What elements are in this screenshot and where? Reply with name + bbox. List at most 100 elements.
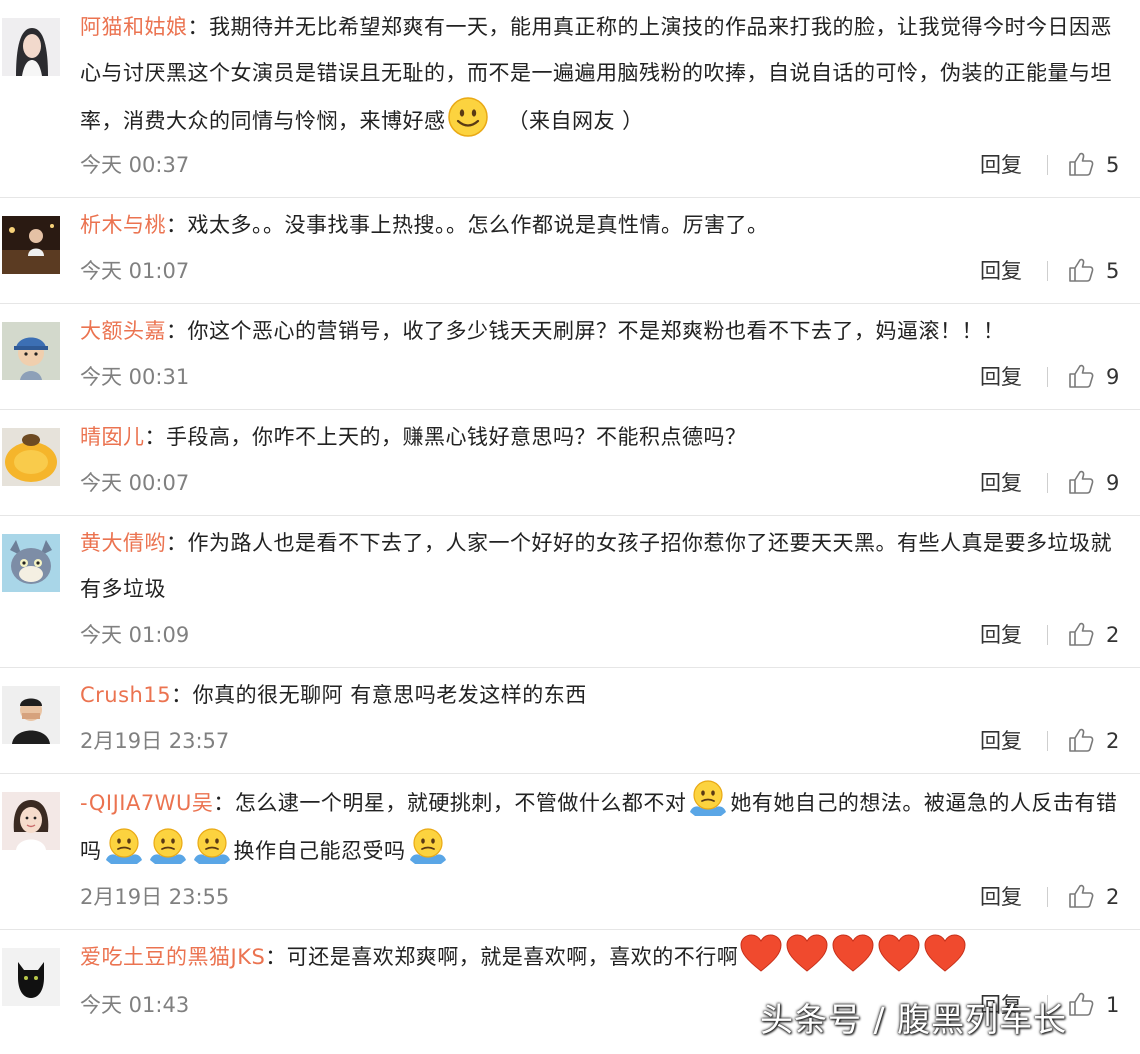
comment-body: -QIJIA7WU吴：怎么逮一个明星，就硬挑刺，不管做什么都不对 她有她自己的想法… [80,778,1120,874]
username-link[interactable]: 大额头嘉 [80,319,166,343]
comment-text: 可还是喜欢郑爽啊，就是喜欢啊，喜欢的不行啊 [286,945,739,969]
reply-button[interactable]: 回复 [980,726,1022,756]
comment-meta: 2月19日 23:55 回复 2 [80,882,1140,912]
separator: ： [265,945,287,969]
divider [1047,887,1048,907]
shrug-emoji-icon [687,778,729,820]
shrug-emoji-icon [191,826,233,868]
separator: ： [166,531,188,555]
comment-meta: 今天 01:09 回复 2 [80,620,1140,650]
like-count: 2 [1106,729,1120,753]
comment-list: 阿猫和姑娘：我期待并无比希望郑爽有一天，能用真正称的上演技的作品来打我的脸，让我… [0,0,1140,1054]
like-count: 2 [1106,623,1120,647]
comment-body: 爱吃土豆的黑猫JKS：可还是喜欢郑爽啊，就是喜欢啊，喜欢的不行啊 [80,934,1120,980]
username-link[interactable]: 黄大倩哟 [80,531,166,555]
divider [1047,731,1048,751]
comment-body: 晴囡儿：手段高，你咋不上天的，赚黑心钱好意思吗？不能积点德吗？ [80,414,1120,460]
username-link[interactable]: Crush15 [80,683,171,707]
comment-text: 换作自己能忍受吗 [233,839,406,863]
thumbs-up-icon [1069,992,1094,1016]
like-count: 9 [1106,471,1120,495]
comment-meta: 今天 00:37 回复 5 [80,150,1140,180]
comment-text: 作为路人也是看不下去了，人家一个好好的女孩子招你惹你了还要天天黑。有些人真是要多… [80,531,1112,601]
divider [1047,625,1048,645]
divider [1047,155,1048,175]
reply-button[interactable]: 回复 [980,468,1022,498]
comment-item: 大额头嘉：你这个恶心的营销号，收了多少钱天天刷屏？不是郑爽粉也看不下去了，妈逼滚… [0,304,1140,410]
heart-emoji-icon [831,934,875,974]
thumbs-up-icon [1069,258,1094,282]
divider [1047,261,1048,281]
avatar[interactable] [2,322,60,380]
reply-button[interactable]: 回复 [980,362,1022,392]
divider [1047,473,1048,493]
comment-text: 戏太多。。没事找事上热搜。。怎么作都说是真性情。厉害了。 [187,213,769,237]
comment-item: Crush15：你真的很无聊阿 有意思吗老发这样的东西 2月19日 23:57 … [0,668,1140,774]
comment-item: 黄大倩哟：作为路人也是看不下去了，人家一个好好的女孩子招你惹你了还要天天黑。有些… [0,516,1140,668]
comment-text: 你这个恶心的营销号，收了多少钱天天刷屏？不是郑爽粉也看不下去了，妈逼滚！！！ [187,319,1005,343]
separator: ： [166,213,188,237]
timestamp: 今天 00:07 [80,471,190,495]
comment-body: 析木与桃：戏太多。。没事找事上热搜。。怎么作都说是真性情。厉害了。 [80,202,1120,248]
comment-item: 析木与桃：戏太多。。没事找事上热搜。。怎么作都说是真性情。厉害了。 今天 01:… [0,198,1140,304]
username-link[interactable]: 阿猫和姑娘 [80,15,188,39]
avatar[interactable] [2,792,60,850]
separator: ： [171,683,193,707]
heart-emoji-icon [923,934,967,974]
thumbs-up-icon [1069,470,1094,494]
comment-item: 阿猫和姑娘：我期待并无比希望郑爽有一天，能用真正称的上演技的作品来打我的脸，让我… [0,0,1140,198]
comment-text: 怎么逮一个明星，就硬挑刺，不管做什么都不对 [234,791,687,815]
username-link[interactable]: 析木与桃 [80,213,166,237]
reply-button[interactable]: 回复 [980,150,1022,180]
timestamp: 2月19日 23:57 [80,729,230,753]
comment-text: 你真的很无聊阿 有意思吗老发这样的东西 [192,683,587,707]
avatar[interactable] [2,18,60,76]
comment-item: 晴囡儿：手段高，你咋不上天的，赚黑心钱好意思吗？不能积点德吗？ 今天 00:07… [0,410,1140,516]
timestamp: 今天 00:37 [80,153,190,177]
reply-button[interactable]: 回复 [980,620,1022,650]
comment-item: -QIJIA7WU吴：怎么逮一个明星，就硬挑刺，不管做什么都不对 她有她自己的想法… [0,774,1140,930]
comment-meta: 2月19日 23:57 回复 2 [80,726,1140,756]
comment-meta: 今天 00:31 回复 9 [80,362,1140,392]
comment-meta: 今天 00:07 回复 9 [80,468,1140,498]
like-count: 5 [1106,259,1120,283]
thumbs-up-icon [1069,728,1094,752]
like-count: 1 [1106,993,1120,1017]
thumbs-up-icon [1069,364,1094,388]
avatar[interactable] [2,534,60,592]
timestamp: 今天 01:43 [80,993,190,1017]
heart-emoji-icon [785,934,829,974]
thumbs-up-icon [1069,884,1094,908]
comment-body: 大额头嘉：你这个恶心的营销号，收了多少钱天天刷屏？不是郑爽粉也看不下去了，妈逼滚… [80,308,1120,354]
comment-item: 爱吃土豆的黑猫JKS：可还是喜欢郑爽啊，就是喜欢啊，喜欢的不行啊 今天 01:4… [0,930,1140,1054]
timestamp: 今天 00:31 [80,365,190,389]
avatar[interactable] [2,216,60,274]
divider [1047,995,1048,1015]
reply-button[interactable]: 回复 [980,990,1022,1020]
reply-button[interactable]: 回复 [980,882,1022,912]
shrug-emoji-icon [407,826,449,868]
timestamp: 今天 01:09 [80,623,190,647]
timestamp: 2月19日 23:55 [80,885,230,909]
heart-emoji-icon [739,934,783,974]
divider [1047,367,1048,387]
username-link[interactable]: 爱吃土豆的黑猫JKS [80,945,265,969]
smile-emoji-icon [447,96,489,138]
shrug-emoji-icon [147,826,189,868]
separator: ： [144,425,166,449]
thumbs-up-icon [1069,622,1094,646]
comment-meta: 今天 01:43 回复 1 [80,990,1140,1020]
heart-emoji-icon [877,934,921,974]
avatar[interactable] [2,428,60,486]
avatar[interactable] [2,948,60,1006]
username-link[interactable]: -QIJIA7WU吴 [80,791,213,815]
username-link[interactable]: 晴囡儿 [80,425,145,449]
comment-text: 手段高，你咋不上天的，赚黑心钱好意思吗？不能积点德吗？ [166,425,747,449]
avatar[interactable] [2,686,60,744]
comment-meta: 今天 01:07 回复 5 [80,256,1140,286]
source-note: （来自网友 ） [507,109,644,133]
comment-body: Crush15：你真的很无聊阿 有意思吗老发这样的东西 [80,672,1120,718]
like-count: 9 [1106,365,1120,389]
reply-button[interactable]: 回复 [980,256,1022,286]
comment-body: 阿猫和姑娘：我期待并无比希望郑爽有一天，能用真正称的上演技的作品来打我的脸，让我… [80,4,1120,144]
